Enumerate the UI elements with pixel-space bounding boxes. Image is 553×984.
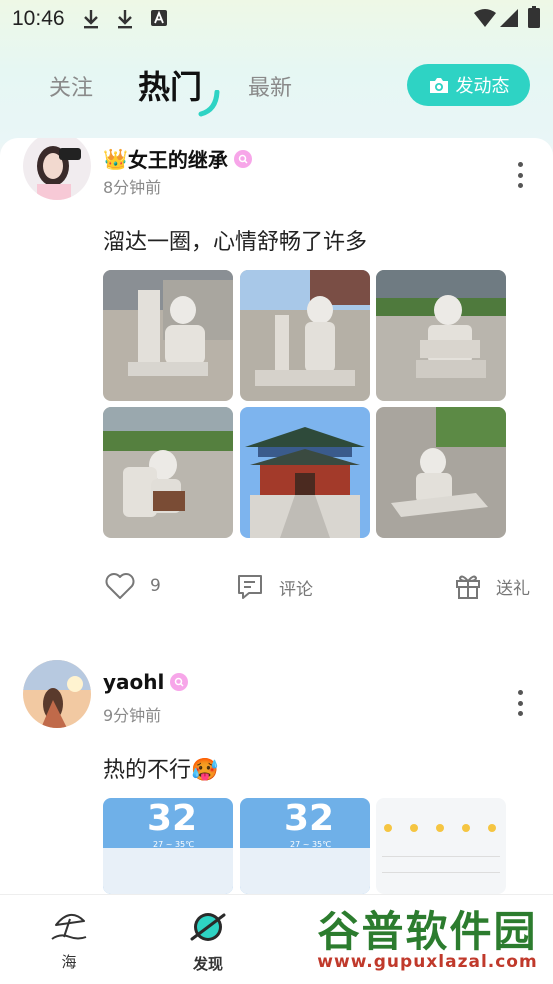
photo-thumbnail[interactable] bbox=[376, 270, 506, 401]
battery-icon bbox=[528, 6, 540, 28]
active-tab-indicator bbox=[198, 90, 220, 117]
weather-range: 27 ~ 35℃ bbox=[290, 840, 332, 849]
more-options-icon[interactable] bbox=[512, 162, 528, 188]
status-bar: 10:46 bbox=[0, 0, 553, 38]
like-button[interactable]: 9 bbox=[104, 572, 161, 600]
post-time: 9分钟前 bbox=[103, 706, 162, 725]
crown-icon: 👑 bbox=[103, 146, 128, 171]
photo-thumbnail[interactable]: 32 27 ~ 35℃ bbox=[103, 798, 233, 894]
beach-umbrella-icon bbox=[51, 914, 87, 940]
feed-list[interactable]: 👑 女王的继承 8分钟前 溜达一圈，心情舒畅了许多 9 评论 送礼 yaohl … bbox=[0, 138, 553, 894]
top-header: 关注 热门 最新 发动态 bbox=[0, 40, 553, 132]
weather-range: 27 ~ 35℃ bbox=[153, 840, 195, 849]
photo-thumbnail[interactable] bbox=[103, 407, 233, 538]
planet-icon bbox=[190, 913, 226, 941]
watermark-title: 谷普软件园 bbox=[317, 907, 538, 956]
font-a-icon bbox=[151, 10, 167, 26]
camera-icon bbox=[429, 77, 448, 93]
photo-thumbnail[interactable] bbox=[103, 270, 233, 401]
post-text: 热的不行🥵 bbox=[103, 758, 219, 783]
nav-item-sea[interactable]: 海 bbox=[34, 909, 104, 972]
post-text: 溜达一圈，心情舒畅了许多 bbox=[103, 230, 368, 255]
tab-follow[interactable]: 关注 bbox=[49, 70, 93, 102]
more-options-icon[interactable] bbox=[512, 690, 528, 716]
comment-button[interactable]: 评论 bbox=[235, 572, 313, 602]
site-watermark: 谷普软件园 www.gupuxlazal.com bbox=[305, 896, 550, 980]
post-time: 8分钟前 bbox=[103, 178, 162, 197]
download-icon bbox=[84, 10, 98, 29]
comment-icon bbox=[238, 575, 262, 599]
gift-label: 送礼 bbox=[496, 578, 530, 599]
photo-thumbnail[interactable] bbox=[376, 798, 506, 894]
photo-thumbnail[interactable] bbox=[240, 407, 370, 538]
nav-item-discover[interactable]: 发现 bbox=[173, 909, 243, 974]
weather-temperature: 32 bbox=[284, 798, 335, 839]
download-icon bbox=[118, 10, 132, 29]
watermark-url: www.gupuxlazal.com bbox=[317, 952, 538, 972]
wifi-icon bbox=[474, 9, 496, 27]
heart-icon bbox=[105, 573, 135, 599]
comment-label: 评论 bbox=[279, 579, 313, 600]
vip-badge-icon bbox=[233, 149, 252, 168]
post-username[interactable]: yaohl bbox=[103, 670, 189, 694]
tab-new[interactable]: 最新 bbox=[248, 70, 292, 102]
post-status-button[interactable]: 发动态 bbox=[407, 64, 530, 106]
weather-temperature: 32 bbox=[147, 798, 198, 839]
gift-icon bbox=[456, 575, 480, 599]
avatar[interactable] bbox=[23, 660, 91, 728]
tab-hot[interactable]: 热门 bbox=[138, 62, 202, 108]
gift-button[interactable]: 送礼 bbox=[454, 572, 530, 600]
post-username[interactable]: 👑 女王的继承 bbox=[103, 144, 252, 173]
post-actions: 9 评论 送礼 bbox=[0, 572, 553, 612]
signal-icon bbox=[500, 9, 518, 27]
vip-badge-icon bbox=[170, 673, 189, 691]
like-count: 9 bbox=[150, 576, 161, 596]
photo-thumbnail[interactable] bbox=[240, 270, 370, 401]
post-status-label: 发动态 bbox=[455, 76, 510, 97]
photo-thumbnail[interactable]: 32 27 ~ 35℃ bbox=[240, 798, 370, 894]
status-time: 10:46 bbox=[12, 7, 65, 30]
photo-thumbnail[interactable] bbox=[376, 407, 506, 538]
avatar[interactable] bbox=[23, 138, 91, 200]
